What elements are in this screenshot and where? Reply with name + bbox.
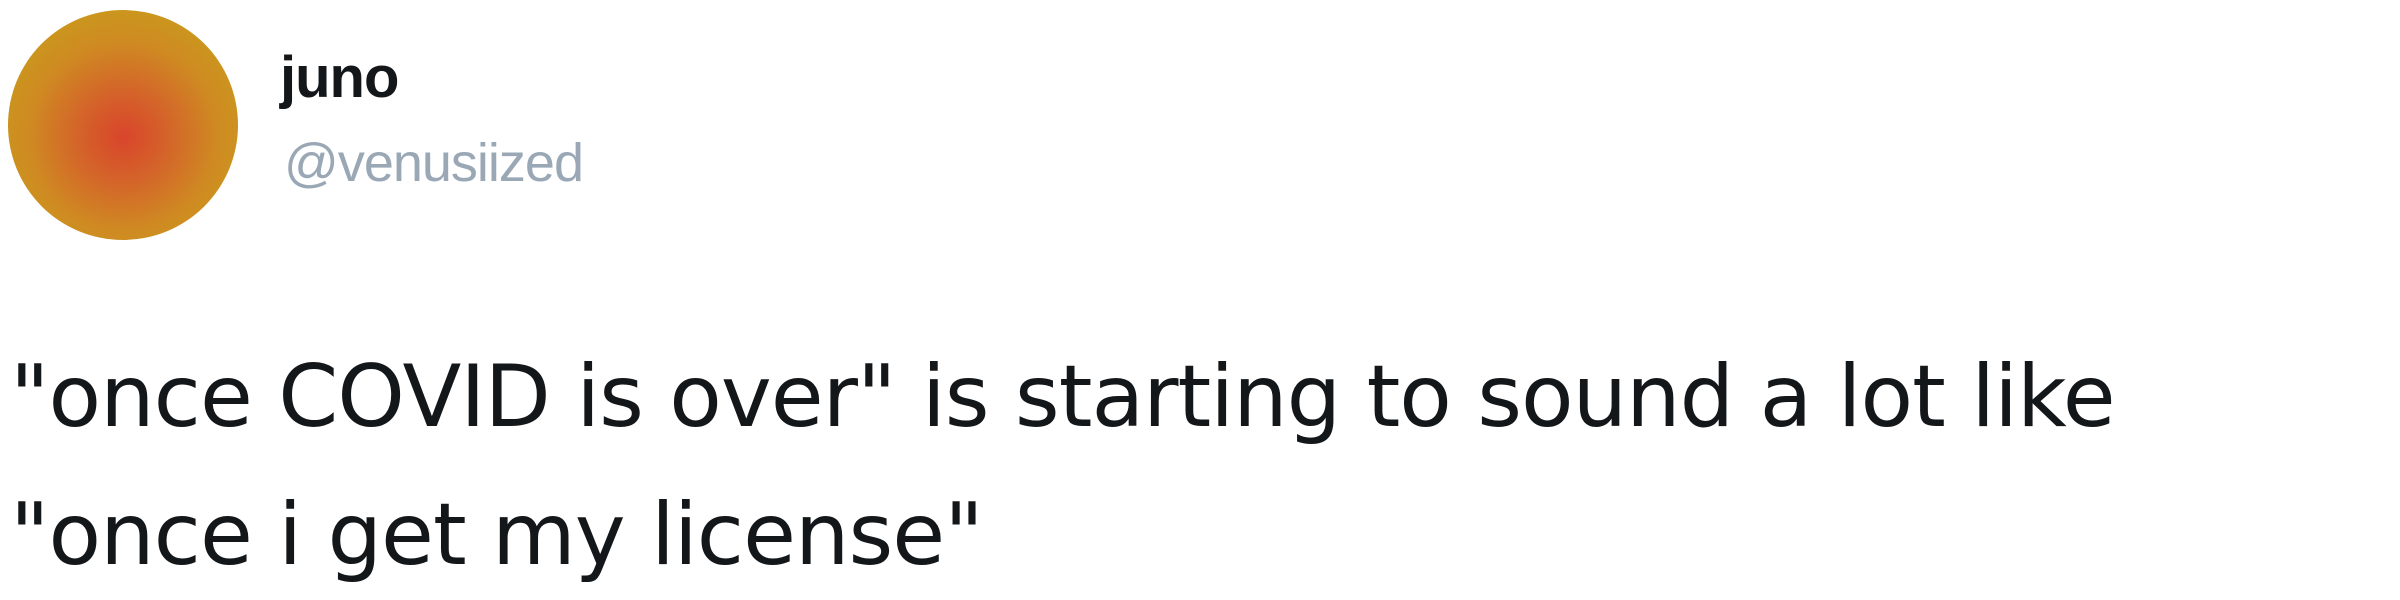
author-display-name[interactable]: juno bbox=[280, 42, 399, 114]
tweet-text-line-2: "once i get my license" bbox=[10, 485, 984, 585]
avatar[interactable] bbox=[8, 10, 238, 240]
tweet-text: "once COVID is over" is starting to soun… bbox=[10, 328, 2390, 600]
author-handle[interactable]: @venusiized bbox=[284, 128, 584, 198]
tweet-card: juno @venusiized "once COVID is over" is… bbox=[0, 0, 2400, 600]
tweet-text-line-1: "once COVID is over" is starting to soun… bbox=[10, 347, 2116, 447]
